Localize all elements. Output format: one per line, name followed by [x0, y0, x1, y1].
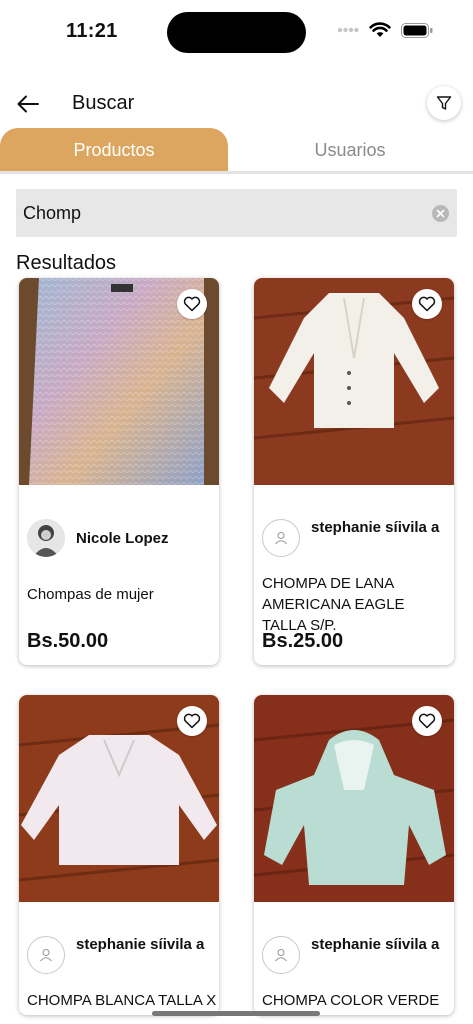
- home-indicator[interactable]: [152, 1011, 320, 1016]
- heart-icon: [183, 713, 201, 729]
- filter-icon: [436, 96, 452, 110]
- signal-icon: [337, 27, 359, 33]
- favorite-button[interactable]: [177, 706, 207, 736]
- results-heading: Resultados: [16, 252, 117, 274]
- product-image: [19, 278, 219, 485]
- product-title: CHOMPA BLANCA TALLA X: [27, 992, 217, 1009]
- page-title: Buscar: [72, 92, 135, 114]
- user-icon: [40, 948, 52, 962]
- product-card[interactable]: Nicole Lopez Chompas de mujer Bs.50.00: [19, 278, 219, 665]
- seller-name: stephanie síivila a: [311, 936, 440, 953]
- avatar: [27, 936, 65, 974]
- product-image: [19, 695, 219, 902]
- favorite-button[interactable]: [412, 706, 442, 736]
- product-card[interactable]: stephanie síivila a CHOMPA COLOR VERDE A: [254, 695, 454, 1015]
- product-price: Bs.50.00: [27, 630, 109, 652]
- product-image: [254, 278, 454, 485]
- user-icon: [275, 948, 287, 962]
- status-bar: 11:21: [0, 0, 473, 62]
- favorite-button[interactable]: [177, 289, 207, 319]
- product-title: CHOMPA DE LANA AMERICANA EAGLE TALLA S/P…: [262, 575, 405, 634]
- arrow-left-icon: [17, 95, 39, 113]
- favorite-button[interactable]: [412, 289, 442, 319]
- tab-bar: Productos Usuarios: [0, 128, 473, 172]
- heart-icon: [418, 713, 436, 729]
- battery-icon: [401, 22, 433, 38]
- close-icon: [436, 209, 445, 218]
- avatar: [262, 936, 300, 974]
- product-title: Chompas de mujer: [27, 586, 154, 603]
- status-time: 11:21: [66, 20, 118, 42]
- product-card[interactable]: stephanie síivila a CHOMPA DE LANA AMERI…: [254, 278, 454, 665]
- seller-name: stephanie síivila a: [311, 519, 440, 536]
- avatar: [27, 519, 65, 557]
- filter-button[interactable]: [427, 86, 461, 120]
- wifi-icon: [369, 22, 391, 37]
- tab-productos[interactable]: Productos: [0, 128, 228, 172]
- search-value: Chomp: [23, 203, 82, 223]
- clear-search-button[interactable]: [432, 205, 449, 222]
- tab-usuarios[interactable]: Usuarios: [236, 128, 464, 172]
- search-input[interactable]: Chomp: [16, 189, 457, 237]
- status-icons: [337, 22, 433, 38]
- back-button[interactable]: [12, 88, 44, 120]
- header: Buscar: [0, 82, 473, 126]
- seller-name: stephanie síivila a: [76, 936, 205, 953]
- avatar: [262, 519, 300, 557]
- product-card[interactable]: stephanie síivila a CHOMPA BLANCA TALLA …: [19, 695, 219, 1015]
- product-price: Bs.25.00: [262, 630, 344, 652]
- dynamic-island: [167, 12, 306, 53]
- product-image: [254, 695, 454, 902]
- heart-icon: [418, 296, 436, 312]
- heart-icon: [183, 296, 201, 312]
- tabs-divider: [0, 171, 473, 174]
- seller-name: Nicole Lopez: [76, 530, 169, 547]
- user-icon: [275, 531, 287, 545]
